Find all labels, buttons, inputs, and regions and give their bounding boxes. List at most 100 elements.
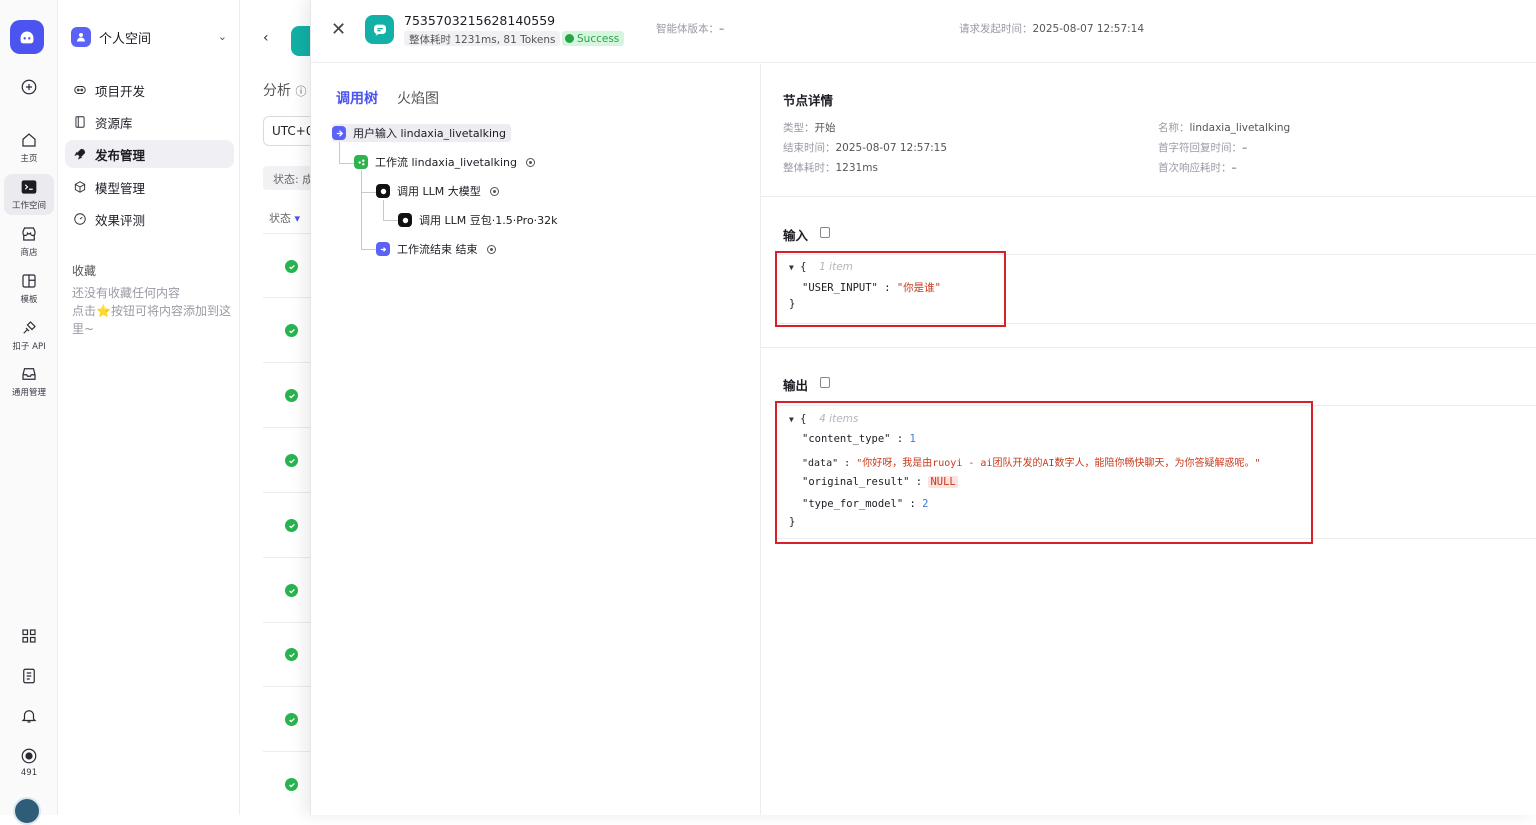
tree-node-workflow[interactable]: 工作流 lindaxia_livetalking xyxy=(354,153,535,171)
node-first-resp: 首次响应耗时：– xyxy=(1158,160,1237,175)
coze-logo-icon[interactable] xyxy=(10,20,44,54)
rail-templates-label: 模板 xyxy=(20,295,38,305)
tab-call-tree[interactable]: 调用树 xyxy=(336,88,378,108)
tree-connector xyxy=(361,249,376,250)
project-icon xyxy=(74,86,86,94)
target-icon[interactable] xyxy=(486,244,496,254)
row-divider xyxy=(263,427,311,428)
success-status-icon xyxy=(285,324,298,337)
node-detail-pane: 节点详情 类型：开始 名称：lindaxia_livetalking 结束时间：… xyxy=(761,64,1536,815)
tree-node-user-input[interactable]: 用户输入 lindaxia_livetalking xyxy=(332,124,511,142)
favorites-empty-text: 还没有收藏任何内容 点击⭐按钮可将内容添加到这里~ xyxy=(72,284,232,338)
call-tree-pane: 调用树 火焰图 用户输入 lindaxia_livetalking 工作流 li… xyxy=(311,64,761,815)
success-status-icon xyxy=(285,260,298,273)
workspace-sidebar: 个人空间 ⌄ 项目开发 资源库 发布管理 模型管理 效果评测 收藏 还没有收藏任… xyxy=(59,0,240,815)
success-status-icon xyxy=(285,454,298,467)
agent-version: 智能体版本：– xyxy=(656,21,724,36)
success-status-icon xyxy=(285,389,298,402)
nav-label: 资源库 xyxy=(95,115,133,131)
node-first-resp-label: 首次响应耗时： xyxy=(1158,162,1232,174)
nav-resource-library[interactable]: 资源库 xyxy=(65,108,234,136)
rail-templates[interactable]: 模板 xyxy=(0,272,58,305)
node-end-time-value: 2025-08-07 12:57:15 xyxy=(835,142,948,154)
avatar[interactable] xyxy=(13,797,41,825)
row-divider xyxy=(263,557,311,558)
row-divider xyxy=(263,751,311,752)
filter-icon[interactable]: ▾ xyxy=(295,212,301,225)
copy-icon[interactable] xyxy=(820,377,830,388)
chevron-down-icon: ⌄ xyxy=(217,30,227,43)
bell-icon xyxy=(21,710,37,723)
target-icon[interactable] xyxy=(489,186,499,196)
tree-node-label: 工作流 lindaxia_livetalking xyxy=(375,156,517,169)
nav-model-management[interactable]: 模型管理 xyxy=(65,173,234,201)
copy-icon[interactable] xyxy=(820,227,830,238)
tree-node-workflow-end[interactable]: 工作流结束 结束 xyxy=(376,240,496,258)
rail-home-label: 主页 xyxy=(20,154,38,164)
request-time-label: 请求发起时间： xyxy=(959,23,1033,35)
row-divider xyxy=(263,297,311,298)
tree-connector xyxy=(361,170,362,250)
favorites-empty: 还没有收藏任何内容 xyxy=(72,286,181,300)
success-status-icon xyxy=(285,648,298,661)
library-icon xyxy=(75,116,85,128)
tree-connector xyxy=(383,220,398,221)
tree-connector xyxy=(339,140,340,164)
document-icon xyxy=(23,668,35,684)
home-icon xyxy=(22,133,36,147)
status-column-header[interactable]: 状态 ▾ xyxy=(269,210,300,226)
back-icon[interactable]: ‹ xyxy=(263,30,269,46)
highlight-box xyxy=(775,251,1006,327)
node-end-time: 结束时间：2025-08-07 12:57:15 xyxy=(783,140,947,155)
rail-home[interactable]: 主页 xyxy=(0,131,58,164)
divider xyxy=(761,347,1536,348)
docs-button[interactable] xyxy=(0,667,58,685)
tree-connector xyxy=(383,200,384,221)
notifications-button[interactable] xyxy=(0,707,58,725)
rail-api-label: 扣子 API xyxy=(12,342,46,352)
inbox-icon xyxy=(22,368,36,380)
template-icon xyxy=(22,274,36,288)
node-name-value: lindaxia_livetalking xyxy=(1189,122,1291,134)
target-icon[interactable] xyxy=(526,157,535,167)
apps-button[interactable] xyxy=(0,627,58,645)
agent-version-label: 智能体版本： xyxy=(656,23,719,35)
node-end-time-label: 结束时间： xyxy=(783,142,836,154)
points-button[interactable]: 491 xyxy=(0,747,58,778)
rail-api[interactable]: 扣子 API xyxy=(0,319,58,352)
node-first-resp-value: – xyxy=(1231,162,1237,174)
nav-evaluation[interactable]: 效果评测 xyxy=(65,205,234,233)
info-icon: ⓘ xyxy=(295,85,307,98)
nav-project-dev[interactable]: 项目开发 xyxy=(65,76,234,104)
nav-label: 发布管理 xyxy=(95,147,146,163)
workflow-node-icon xyxy=(354,155,368,169)
rail-workspace[interactable]: 工作空间 xyxy=(4,174,54,215)
node-total-value: 1231ms xyxy=(835,162,878,174)
row-divider xyxy=(263,622,311,623)
agent-version-value: – xyxy=(719,23,725,35)
success-status-icon xyxy=(285,778,298,791)
tree-node-llm-doubao[interactable]: 调用 LLM 豆包·1.5·Pro·32k xyxy=(398,211,558,229)
agent-icon xyxy=(365,15,394,44)
rail-workspace-label: 工作空间 xyxy=(11,201,46,211)
tree-node-llm[interactable]: 调用 LLM 大模型 xyxy=(376,182,499,200)
points-icon xyxy=(21,748,37,764)
output-title: 输出 xyxy=(783,378,809,393)
create-button[interactable] xyxy=(0,78,58,96)
rail-store[interactable]: 商店 xyxy=(0,225,58,258)
node-detail-title: 节点详情 xyxy=(783,93,834,108)
tree-node-label: 调用 LLM 大模型 xyxy=(397,185,481,198)
points-count: 491 xyxy=(20,768,38,778)
node-type-label: 类型： xyxy=(783,122,815,134)
close-icon[interactable]: ✕ xyxy=(331,19,346,40)
nav-label: 项目开发 xyxy=(95,83,146,99)
node-name: 名称：lindaxia_livetalking xyxy=(1158,120,1290,135)
end-node-icon xyxy=(376,242,390,256)
space-selector[interactable]: 个人空间 ⌄ xyxy=(71,24,231,50)
analysis-title: 分析 ⓘ xyxy=(263,80,306,100)
rail-manage[interactable]: 通用管理 xyxy=(0,365,58,398)
node-first-token-label: 首字符回复时间： xyxy=(1158,142,1242,154)
nav-publish-management[interactable]: 发布管理 xyxy=(65,140,234,168)
trace-id: 7535703215628140559 xyxy=(404,13,556,28)
tab-flame-graph[interactable]: 火焰图 xyxy=(397,88,439,108)
